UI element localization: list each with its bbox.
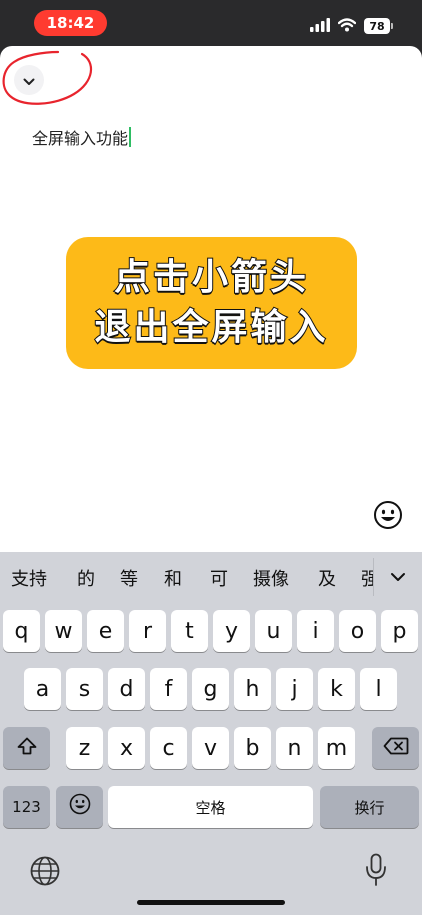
status-icons: 78 <box>310 16 393 36</box>
key-e[interactable]: e <box>87 610 124 652</box>
instruction-callout: 点击小箭头 退出全屏输入 <box>66 237 357 369</box>
emoji-button[interactable] <box>372 501 404 533</box>
collapse-button[interactable] <box>14 65 44 95</box>
delete-key[interactable] <box>372 727 419 769</box>
key-d[interactable]: d <box>108 668 145 710</box>
key-r[interactable]: r <box>129 610 166 652</box>
candidate-item[interactable]: 支持 <box>11 569 47 591</box>
key-n[interactable]: n <box>276 727 313 769</box>
keyboard-bottom-bar <box>0 848 422 915</box>
space-key[interactable]: 空格 <box>108 786 313 828</box>
key-h[interactable]: h <box>234 668 271 710</box>
microphone-icon <box>365 853 387 891</box>
key-j[interactable]: j <box>276 668 313 710</box>
callout-line-1: 点击小箭头 <box>113 256 309 299</box>
globe-icon <box>29 856 61 891</box>
key-w[interactable]: w <box>45 610 82 652</box>
candidate-item[interactable]: 及 <box>318 569 336 591</box>
chevron-down-icon <box>390 567 406 586</box>
status-bar: 18:42 78 <box>0 0 422 46</box>
key-c[interactable]: c <box>150 727 187 769</box>
editor-text: 全屏输入功能 <box>32 129 129 148</box>
smiley-icon <box>69 793 91 821</box>
smiley-icon <box>373 500 403 534</box>
fullscreen-input-sheet: 全屏输入功能 点击小箭头 退出全屏输入 <box>0 46 422 552</box>
key-x[interactable]: x <box>108 727 145 769</box>
candidate-item[interactable]: 可 <box>210 569 228 591</box>
key-q[interactable]: q <box>3 610 40 652</box>
candidate-divider <box>373 558 374 596</box>
key-v[interactable]: v <box>192 727 229 769</box>
keyboard: 支持 的 等 和 可 摄像 及 强 q w e r t y u i o p a … <box>0 552 422 915</box>
key-u[interactable]: u <box>255 610 292 652</box>
candidate-item[interactable]: 摄像 <box>253 569 289 591</box>
battery-icon: 78 <box>364 18 393 34</box>
signal-icon <box>310 17 330 36</box>
key-g[interactable]: g <box>192 668 229 710</box>
delete-icon <box>383 736 409 761</box>
home-indicator[interactable] <box>137 900 285 905</box>
shift-key[interactable] <box>3 727 50 769</box>
text-caret <box>129 127 132 147</box>
candidate-item[interactable]: 等 <box>120 569 138 591</box>
key-a[interactable]: a <box>24 668 61 710</box>
key-z[interactable]: z <box>66 727 103 769</box>
expand-candidates-button[interactable] <box>386 564 410 588</box>
wifi-icon <box>337 17 357 36</box>
chevron-down-icon <box>23 71 35 90</box>
numbers-key[interactable]: 123 <box>3 786 50 828</box>
key-m[interactable]: m <box>318 727 355 769</box>
text-editor[interactable]: 全屏输入功能 <box>32 125 132 149</box>
dictation-button[interactable] <box>365 853 387 887</box>
key-o[interactable]: o <box>339 610 376 652</box>
key-s[interactable]: s <box>66 668 103 710</box>
key-p[interactable]: p <box>381 610 418 652</box>
candidate-item[interactable]: 的 <box>77 569 95 591</box>
key-k[interactable]: k <box>318 668 355 710</box>
callout-line-2: 退出全屏输入 <box>93 306 329 349</box>
emoji-key[interactable] <box>56 786 103 828</box>
candidate-bar: 支持 的 等 和 可 摄像 及 强 <box>0 552 422 602</box>
key-f[interactable]: f <box>150 668 187 710</box>
status-time: 18:42 <box>34 10 107 36</box>
key-t[interactable]: t <box>171 610 208 652</box>
key-l[interactable]: l <box>360 668 397 710</box>
key-i[interactable]: i <box>297 610 334 652</box>
key-y[interactable]: y <box>213 610 250 652</box>
candidate-item[interactable]: 强 <box>361 569 373 591</box>
candidate-item[interactable]: 和 <box>164 569 182 591</box>
key-b[interactable]: b <box>234 727 271 769</box>
return-key[interactable]: 换行 <box>320 786 419 828</box>
shift-icon <box>17 736 37 761</box>
globe-button[interactable] <box>29 855 61 887</box>
